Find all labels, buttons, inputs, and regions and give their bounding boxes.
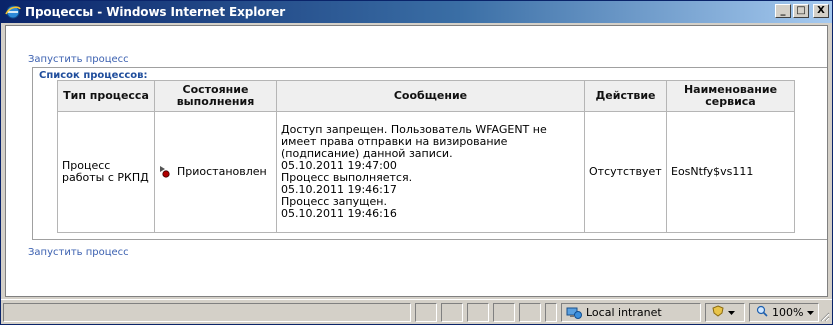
- protected-mode-button[interactable]: [705, 303, 745, 322]
- table-header-row: Тип процесса Состояние выполнения Сообще…: [57, 80, 795, 112]
- maximize-button[interactable]: □: [793, 4, 809, 18]
- status-text-panel: [3, 303, 411, 322]
- column-header-state: Состояние выполнения: [154, 80, 277, 112]
- security-zone[interactable]: Local intranet: [561, 303, 701, 322]
- run-process-link-top[interactable]: Запустить процесс: [28, 54, 129, 65]
- title-bar[interactable]: Процессы - Windows Internet Explorer _ □…: [1, 1, 832, 23]
- status-panel: [467, 303, 489, 322]
- message-line: 05.10.2011 19:46:16: [281, 207, 397, 220]
- table-row[interactable]: Процесс работы с РКПД Приостановлен Дост…: [57, 111, 795, 233]
- maximize-icon: □: [796, 5, 806, 16]
- process-type-cell: Процесс работы с РКПД: [57, 111, 155, 233]
- paused-state-icon: [159, 165, 173, 179]
- minimize-icon: _: [780, 5, 786, 16]
- process-action-cell: Отсутствует: [584, 111, 667, 233]
- process-list-panel: Список процессов: Тип процесса Состояние…: [32, 67, 827, 240]
- zoom-level: 100%: [772, 306, 804, 319]
- resize-grip-icon[interactable]: [818, 310, 830, 322]
- process-service-cell: EosNtfy$vs111: [666, 111, 795, 233]
- status-bar: Local intranet 100%: [1, 299, 832, 324]
- process-message-cell: Доступ запрещен. Пользователь WFAGENT не…: [276, 111, 585, 233]
- minimize-button[interactable]: _: [775, 4, 791, 18]
- security-zone-label: Local intranet: [586, 306, 662, 319]
- column-header-message: Сообщение: [276, 80, 585, 112]
- run-process-link-bottom[interactable]: Запустить процесс: [28, 247, 129, 258]
- column-header-action: Действие: [584, 80, 667, 112]
- chevron-down-icon: [728, 306, 735, 319]
- status-panel: [545, 303, 557, 322]
- internet-explorer-icon: [5, 4, 21, 20]
- local-intranet-icon: [566, 306, 582, 320]
- window-controls: _ □ X: [775, 4, 829, 18]
- status-panel: [493, 303, 515, 322]
- page-content: Запустить процесс Список процессов: Тип …: [5, 25, 828, 297]
- zoom-icon: [756, 305, 768, 320]
- process-state-cell: Приостановлен: [154, 111, 277, 233]
- window-title: Процессы - Windows Internet Explorer: [25, 5, 286, 19]
- process-state: Приостановлен: [159, 165, 272, 179]
- status-panel: [441, 303, 463, 322]
- zoom-control[interactable]: 100%: [749, 303, 819, 322]
- close-icon: X: [817, 5, 825, 16]
- chevron-down-icon: [807, 306, 815, 319]
- close-button[interactable]: X: [813, 4, 829, 18]
- status-panel: [415, 303, 437, 322]
- protected-mode-icon: [712, 305, 724, 320]
- browser-window: Процессы - Windows Internet Explorer _ □…: [0, 0, 833, 325]
- column-header-service: Наименование сервиса: [666, 80, 795, 112]
- process-state-label: Приостановлен: [177, 165, 267, 178]
- column-header-type: Тип процесса: [57, 80, 155, 112]
- status-panel: [519, 303, 541, 322]
- process-table: Тип процесса Состояние выполнения Сообще…: [57, 80, 795, 233]
